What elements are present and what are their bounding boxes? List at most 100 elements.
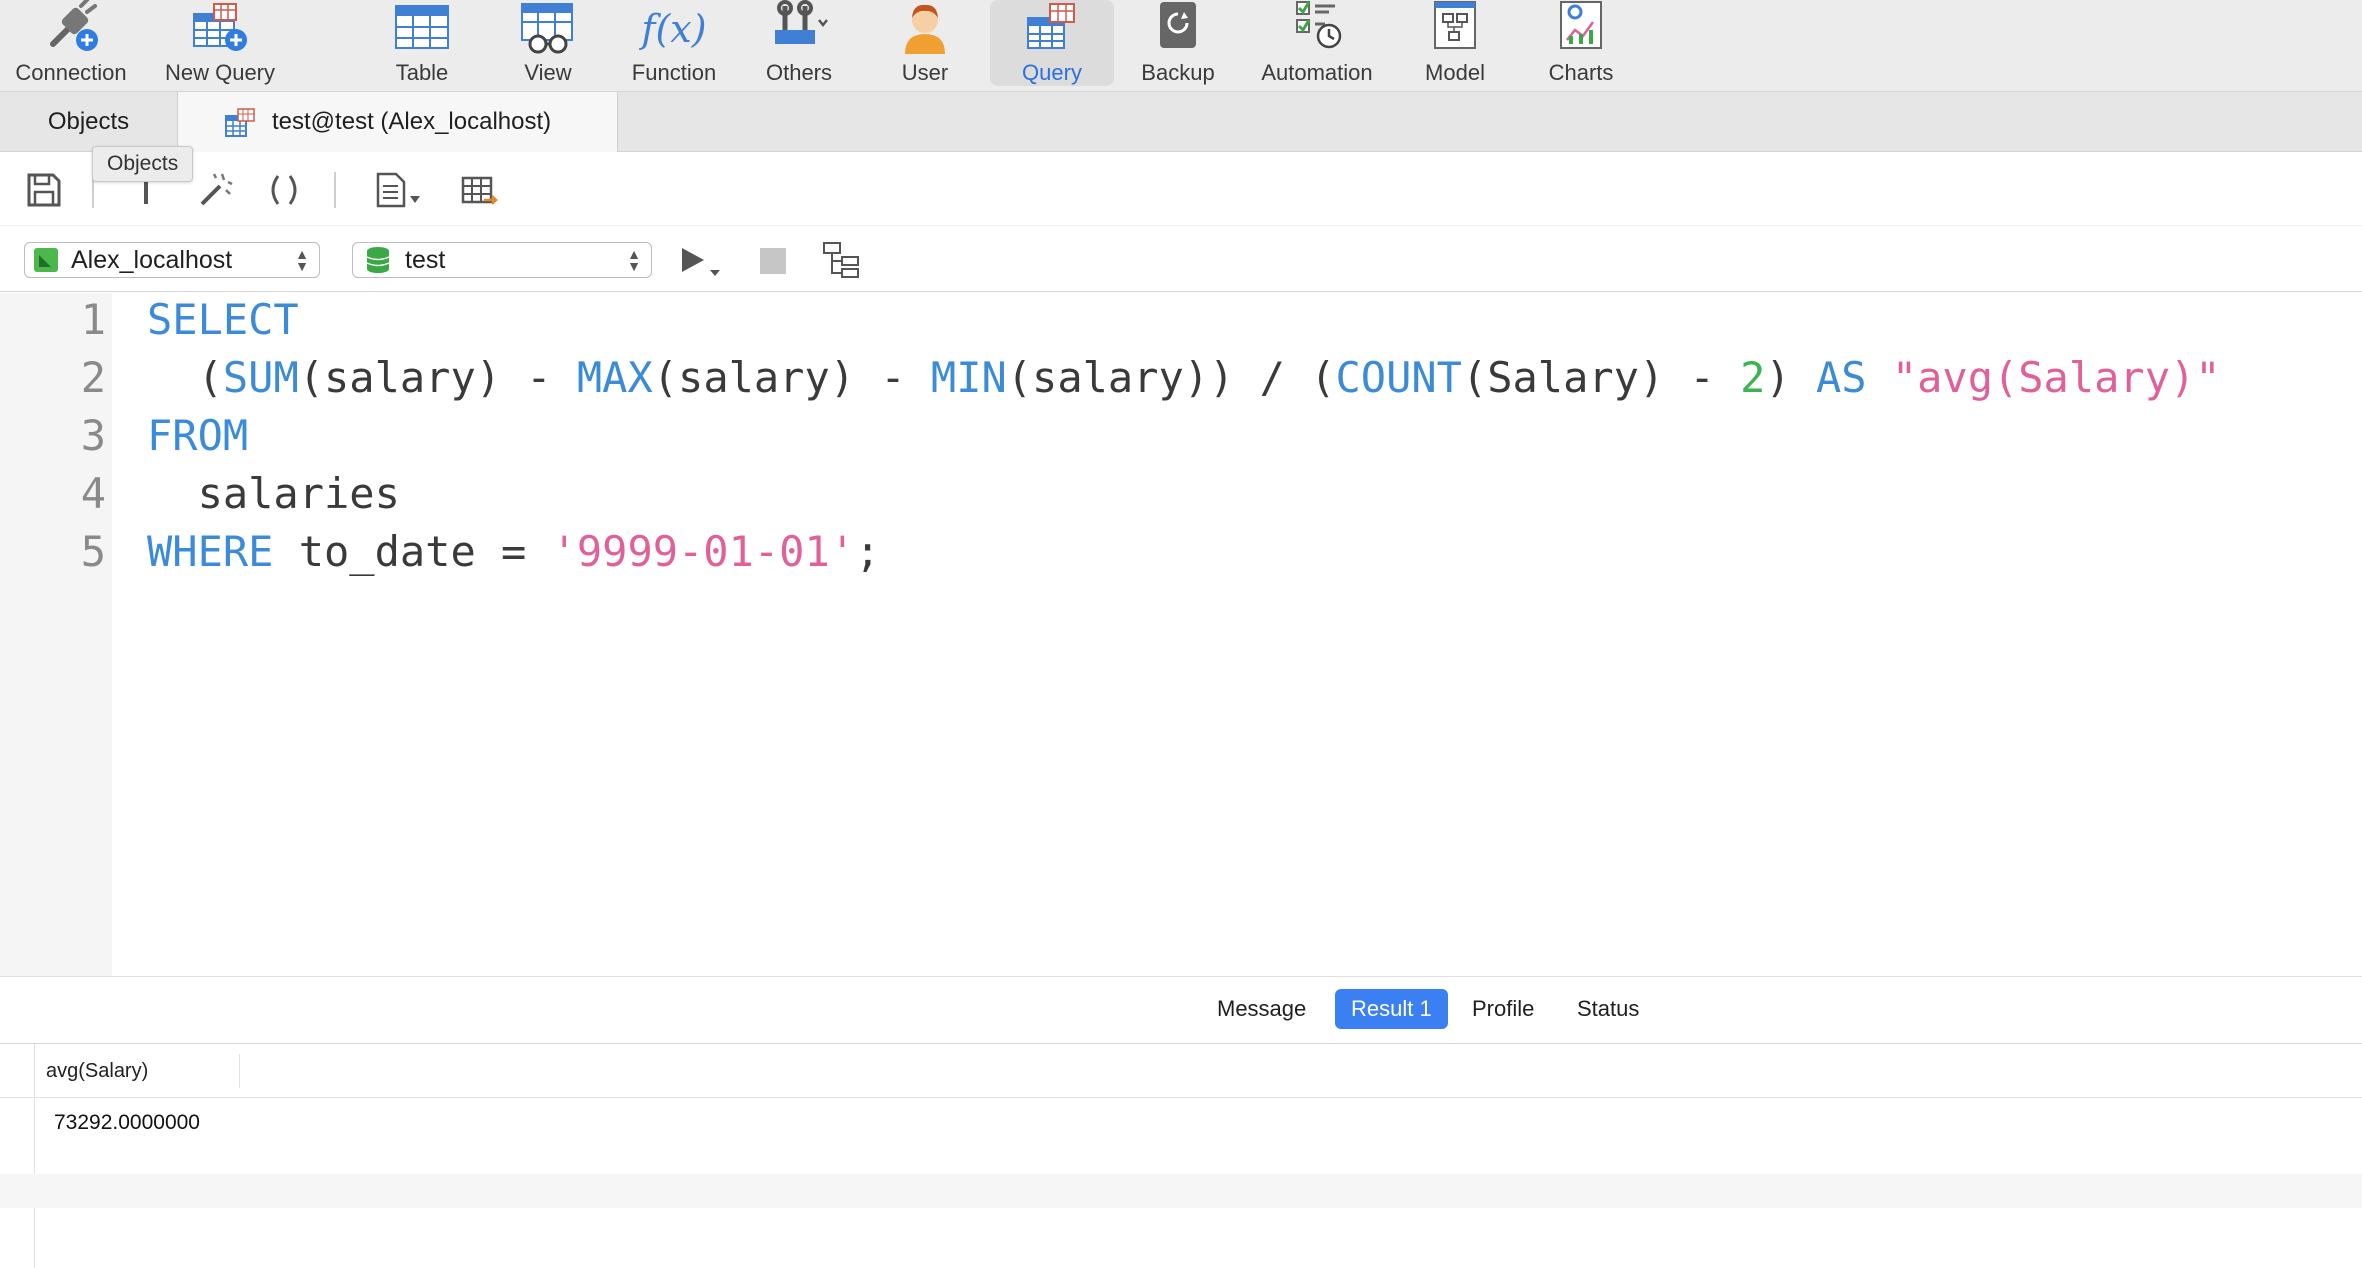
alias-string: "avg(Salary)" xyxy=(1891,353,2221,402)
run-dropdown-icon[interactable] xyxy=(680,242,726,280)
backup-icon xyxy=(1146,0,1210,58)
connection-button[interactable]: Connection xyxy=(6,0,136,86)
code-text: to_date = xyxy=(273,527,552,576)
view-button[interactable]: View xyxy=(506,0,590,86)
charts-button[interactable]: Charts xyxy=(1534,0,1628,86)
user-button[interactable]: User xyxy=(880,0,970,86)
connection-label: Connection xyxy=(15,60,127,85)
backup-button[interactable]: Backup xyxy=(1130,0,1226,86)
table-button[interactable]: Table xyxy=(380,0,464,86)
tab-message-label: Message xyxy=(1217,996,1307,1021)
model-label: Model xyxy=(1425,60,1485,85)
keyword-as: AS xyxy=(1815,353,1867,402)
tab-profile-label: Profile xyxy=(1472,996,1535,1021)
keyword-select: SELECT xyxy=(147,295,299,344)
keyword-where: WHERE xyxy=(147,527,274,576)
line-number: 3 xyxy=(80,411,106,460)
view-icon xyxy=(516,0,580,58)
tab-result-1-label: Result 1 xyxy=(1351,996,1432,1021)
code-snippet-dropdown-icon[interactable] xyxy=(374,170,430,210)
code-text: (salary) - xyxy=(298,353,577,402)
tab-result-1[interactable]: Result 1 xyxy=(1335,989,1448,1029)
number-literal: 2 xyxy=(1740,353,1766,402)
tab-status[interactable]: Status xyxy=(1561,989,1655,1029)
result-grid: avg(Salary) 73292.0000000 xyxy=(0,1044,2362,1268)
tab-query-editor[interactable]: test@test (Alex_localhost) xyxy=(178,92,618,152)
code-text: (salary) - xyxy=(652,353,931,402)
function-min: MIN xyxy=(930,353,1007,402)
user-label: User xyxy=(901,60,949,85)
automation-icon xyxy=(1285,0,1349,58)
empty-table-row xyxy=(0,1174,2362,1208)
save-icon[interactable] xyxy=(24,170,64,210)
sql-editor[interactable]: 1 2 3 4 5 SELECT (SUM(salary) - MAX(sala… xyxy=(0,293,2362,976)
explain-tree-icon[interactable] xyxy=(822,240,862,280)
charts-icon xyxy=(1549,0,1613,58)
automation-label: Automation xyxy=(1261,60,1373,85)
connection-select-value: Alex_localhost xyxy=(71,245,233,274)
tab-objects[interactable]: Objects xyxy=(0,92,178,152)
backup-label: Backup xyxy=(1141,60,1215,85)
function-count: COUNT xyxy=(1335,353,1462,402)
function-label: Function xyxy=(631,60,717,85)
database-select-value: test xyxy=(405,245,446,274)
table-label: Table xyxy=(395,60,449,85)
tab-status-label: Status xyxy=(1577,996,1640,1021)
mysql-connection-icon xyxy=(33,247,59,273)
database-icon xyxy=(365,246,391,274)
export-grid-icon[interactable] xyxy=(460,170,500,210)
tab-bar: Objects test@test (Alex_localhost) xyxy=(0,92,2362,152)
line-number: 5 xyxy=(80,527,106,576)
column-header[interactable]: avg(Salary) xyxy=(34,1054,240,1088)
query-tab-icon xyxy=(224,108,256,138)
view-label: View xyxy=(524,60,572,85)
charts-label: Charts xyxy=(1548,60,1614,85)
connection-plug-icon xyxy=(39,0,103,58)
table-cell[interactable]: 73292.0000000 xyxy=(54,1111,200,1135)
database-select[interactable]: test ▲ ▼ xyxy=(352,242,652,278)
new-query-button[interactable]: New Query xyxy=(154,0,286,86)
code-text: ) xyxy=(1765,353,1816,402)
code-text: ( xyxy=(197,353,223,402)
select-arrows-icon: ▲ ▼ xyxy=(627,246,641,274)
code-line-5: WHERE to_date = '9999-01-01'; xyxy=(147,527,880,576)
others-label: Others xyxy=(765,60,833,85)
code-text: (Salary) - xyxy=(1461,353,1741,402)
result-tab-bar: Message Result 1 Profile Status xyxy=(0,976,2362,1044)
parentheses-icon[interactable] xyxy=(264,170,304,210)
line-number: 1 xyxy=(80,295,106,344)
table-icon xyxy=(390,0,454,58)
model-button[interactable]: Model xyxy=(1410,0,1500,86)
function-max: MAX xyxy=(576,353,653,402)
column-header-label: avg(Salary) xyxy=(46,1059,149,1082)
query-icon xyxy=(1020,0,1084,58)
code-line-4: salaries xyxy=(147,469,400,518)
code-line-3: FROM xyxy=(147,411,248,460)
tab-profile[interactable]: Profile xyxy=(1456,989,1550,1029)
grid-header: avg(Salary) xyxy=(0,1044,2362,1098)
keyword-from: FROM xyxy=(147,411,249,460)
editor-toolbar xyxy=(0,152,2362,226)
code-text: ; xyxy=(855,527,881,576)
beautify-magic-wand-icon[interactable] xyxy=(194,170,234,210)
code-line-2: (SUM(salary) - MAX(salary) - MIN(salary)… xyxy=(147,353,2221,402)
table-row[interactable]: 73292.0000000 xyxy=(0,1099,2362,1163)
table-name: salaries xyxy=(147,469,400,518)
function-icon: f(x) xyxy=(641,0,707,58)
select-arrows-icon: ▲ ▼ xyxy=(295,246,309,274)
function-button[interactable]: f(x) Function xyxy=(622,0,726,86)
others-button[interactable]: Others xyxy=(754,0,844,86)
objects-tooltip: Objects xyxy=(92,146,194,182)
tab-message[interactable]: Message xyxy=(1201,989,1322,1029)
model-icon xyxy=(1423,0,1487,58)
connection-select[interactable]: Alex_localhost ▲ ▼ xyxy=(24,242,320,278)
query-button[interactable]: Query xyxy=(990,0,1114,86)
new-query-icon xyxy=(188,0,252,58)
stop-icon[interactable] xyxy=(760,248,786,274)
function-glyph: f(x) xyxy=(641,7,707,51)
connection-selector-row: Alex_localhost ▲ ▼ test ▲ ▼ xyxy=(0,226,2362,292)
automation-button[interactable]: Automation xyxy=(1250,0,1384,86)
code-line-1: SELECT xyxy=(147,295,299,344)
